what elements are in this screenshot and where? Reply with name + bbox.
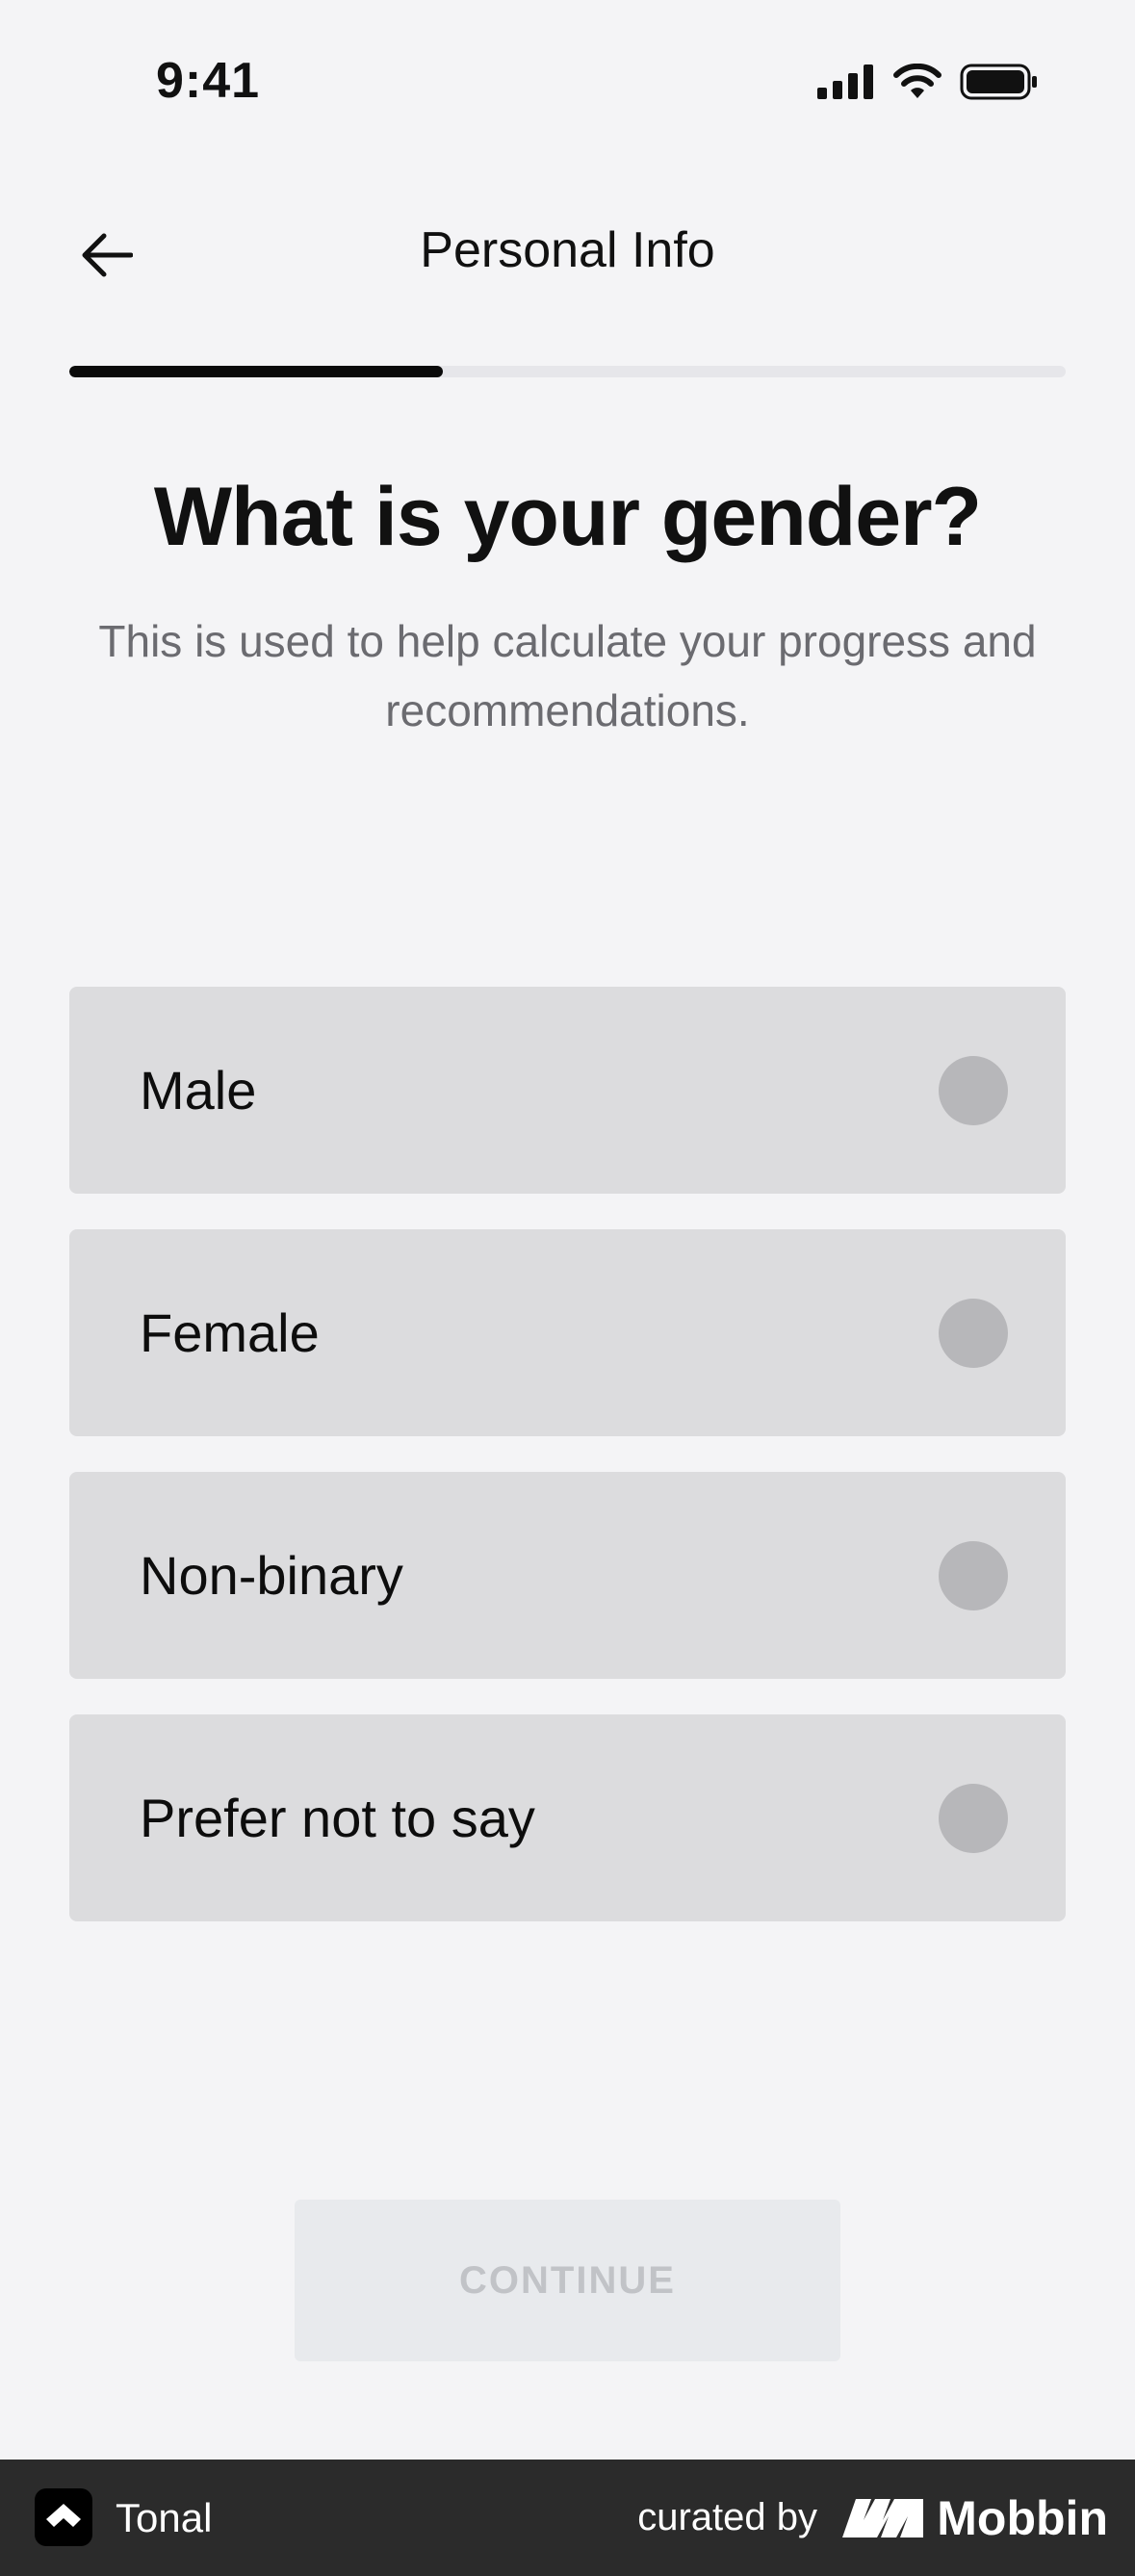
status-bar: 9:41	[0, 0, 1135, 164]
radio-button[interactable]	[939, 1299, 1008, 1368]
footer-curated-by: curated by	[637, 2496, 817, 2538]
mobbin-brand: Mobbin	[842, 2460, 1108, 2576]
footer-brand-name: Mobbin	[937, 2490, 1108, 2545]
status-icons	[817, 64, 1039, 100]
battery-icon	[960, 64, 1037, 100]
option-label: Non-binary	[140, 1545, 403, 1606]
continue-button[interactable]: CONTINUE	[295, 2200, 840, 2361]
option-male[interactable]: Male	[69, 987, 1066, 1194]
cellular-signal-icon	[817, 64, 873, 99]
option-prefer-not-to-say[interactable]: Prefer not to say	[69, 1714, 1066, 1921]
option-non-binary[interactable]: Non-binary	[69, 1472, 1066, 1679]
question-title: What is your gender?	[153, 471, 982, 563]
option-label: Male	[140, 1060, 257, 1121]
status-time: 9:41	[156, 53, 261, 109]
question-subtitle: This is used to help calculate your prog…	[98, 616, 1037, 735]
progress-bar-fill	[69, 366, 444, 377]
option-label: Prefer not to say	[140, 1788, 535, 1848]
progress-bar	[69, 366, 1066, 377]
page-title: Personal Info	[420, 222, 715, 278]
footer-bar: Tonal curated by Mobbin	[0, 2460, 1135, 2576]
header: Personal Info	[0, 193, 1135, 318]
footer-app-name: Tonal	[116, 2495, 213, 2540]
gender-options: Male Female Non-binary Prefer not to say	[69, 987, 1066, 1957]
tonal-logo-icon	[35, 2488, 92, 2546]
radio-button[interactable]	[939, 1784, 1008, 1853]
wifi-icon	[893, 64, 942, 98]
mobbin-logo-icon	[842, 2498, 924, 2537]
radio-button[interactable]	[939, 1541, 1008, 1610]
option-label: Female	[140, 1302, 320, 1363]
radio-button[interactable]	[939, 1056, 1008, 1125]
tonal-logo-mark	[46, 2504, 81, 2527]
option-female[interactable]: Female	[69, 1229, 1066, 1436]
